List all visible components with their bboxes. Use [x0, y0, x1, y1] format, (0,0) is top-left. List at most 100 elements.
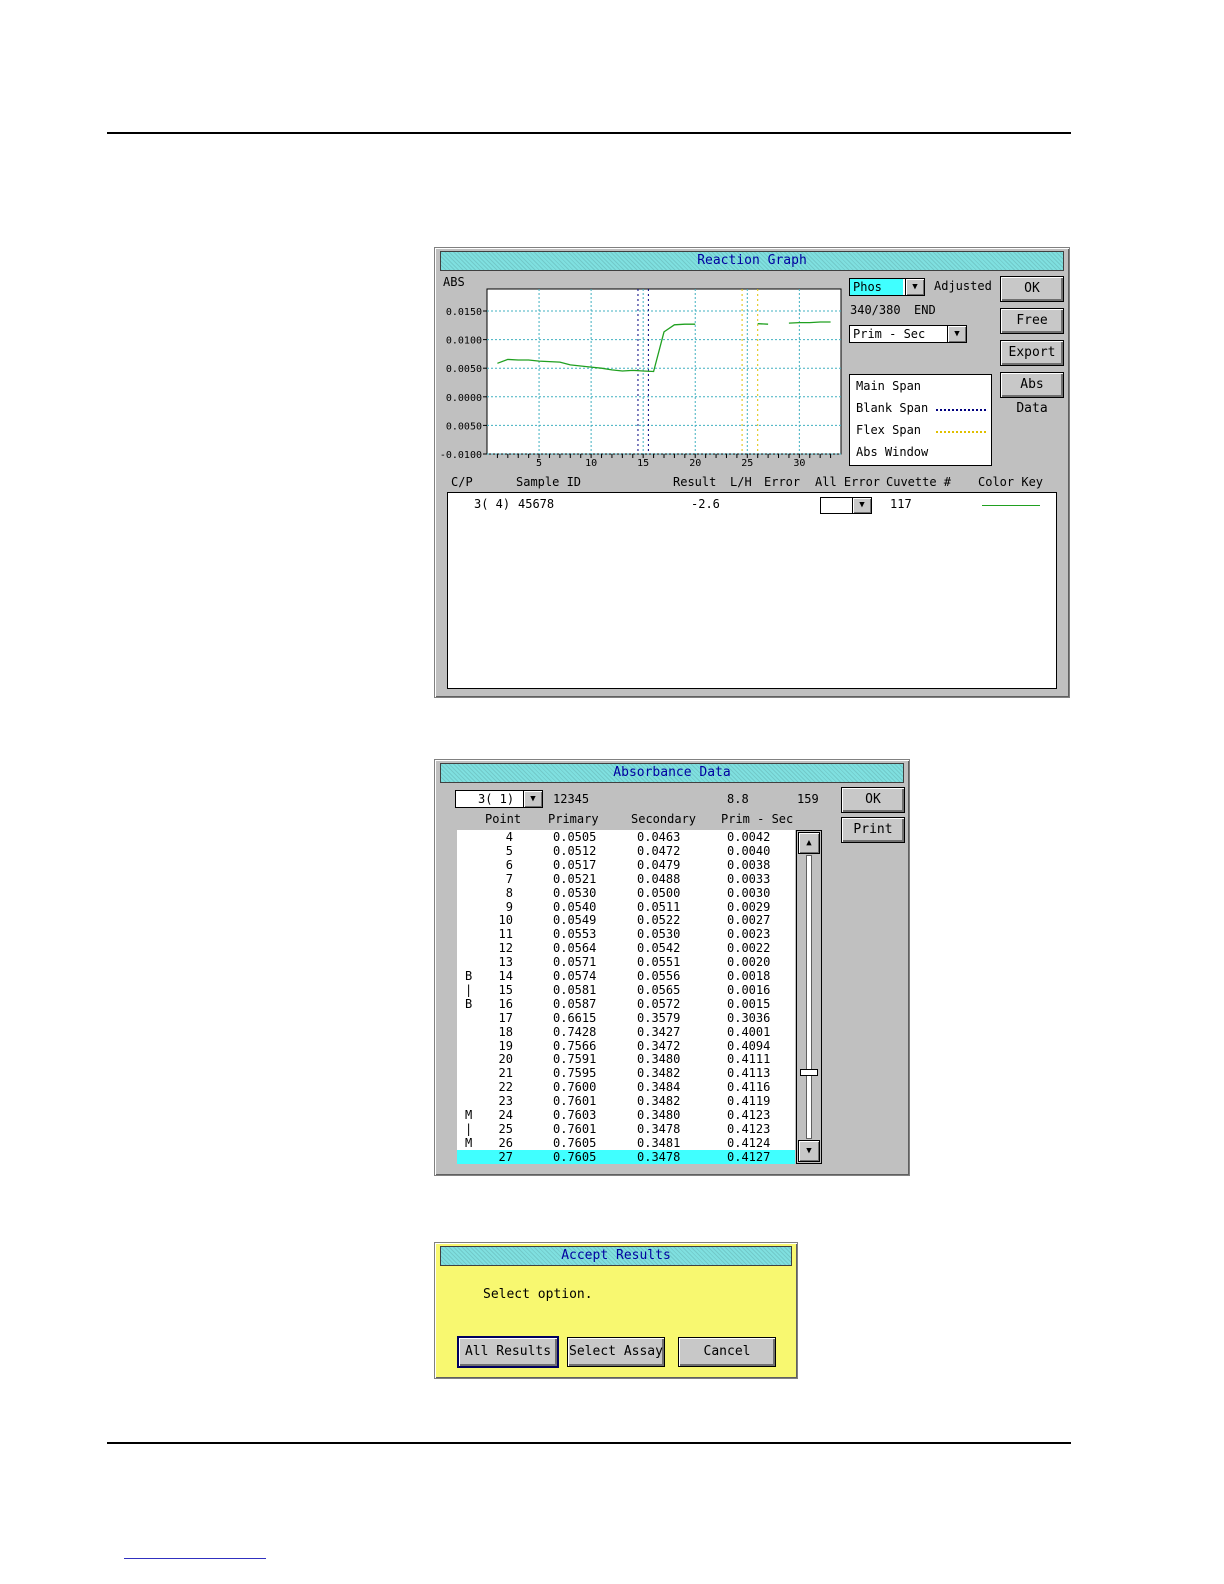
row-prim-sec: 0.0018 — [727, 969, 771, 983]
table-row[interactable]: 6 0.0517 0.0479 0.0038 — [457, 858, 795, 872]
end-label: END — [914, 303, 936, 317]
row-secondary: 0.3427 — [637, 1024, 681, 1039]
row-primary: 0.7605 — [553, 1135, 597, 1150]
row-primary: 0.0574 — [553, 969, 597, 983]
scroll-track[interactable] — [806, 855, 812, 1139]
absorbance-scrollbar[interactable]: ▲ ▼ — [796, 830, 822, 1164]
scroll-up-icon[interactable]: ▲ — [798, 832, 820, 854]
select-assay-button[interactable]: Select Assay — [567, 1337, 665, 1367]
table-row[interactable]: B 14 0.0574 0.0556 0.0018 — [457, 969, 795, 983]
row-prim-sec: 0.0030 — [727, 885, 771, 900]
row-prim-sec: 0.0029 — [727, 899, 771, 914]
row-color-key-swatch — [982, 505, 1040, 506]
col-cuvette: Cuvette # — [886, 475, 952, 489]
abs-print-button[interactable]: Print — [841, 817, 905, 843]
cp-select[interactable]: 3( 1) ▼ — [455, 790, 543, 808]
table-row[interactable]: 17 0.6615 0.3579 0.3036 — [457, 1011, 795, 1025]
absorbance-table[interactable]: 4 0.0505 0.0463 0.0042 5 0.0512 0.0472 0.0040 6 0… — [457, 830, 795, 1164]
row-point: 10 — [498, 913, 513, 928]
row-cp: 3( 4) — [474, 497, 511, 511]
table-row[interactable]: 7 0.0521 0.0488 0.0033 — [457, 872, 795, 886]
row-secondary: 0.0479 — [637, 857, 681, 872]
table-row[interactable]: | 15 0.0581 0.0565 0.0016 — [457, 983, 795, 997]
table-row[interactable]: 13 0.0571 0.0551 0.0020 — [457, 955, 795, 969]
chevron-down-icon[interactable]: ▼ — [905, 279, 924, 295]
row-point: 8 — [505, 885, 513, 900]
row-primary: 0.0553 — [553, 927, 597, 942]
row-primary: 0.0581 — [553, 982, 597, 997]
row-primary: 0.0517 — [553, 857, 597, 872]
abs-data-button[interactable]: Abs Data — [1000, 372, 1064, 416]
cancel-button[interactable]: Cancel — [678, 1337, 776, 1367]
row-point: 19 — [498, 1038, 513, 1053]
legend-abs-window: Abs Window — [856, 445, 929, 459]
row-point: 11 — [498, 927, 513, 942]
chevron-down-icon[interactable]: ▼ — [523, 791, 542, 807]
reaction-graph-window: Reaction Graph ABS 0.0150 0.0100 0.0050 0.0… — [434, 247, 1070, 698]
top-rule — [107, 132, 1071, 134]
row-secondary: 0.0572 — [637, 996, 681, 1011]
scroll-thumb[interactable] — [800, 1069, 818, 1077]
abs-ok-button[interactable]: OK — [841, 787, 905, 813]
row-secondary: 0.3579 — [637, 1010, 681, 1025]
scroll-down-icon[interactable]: ▼ — [798, 1140, 820, 1162]
table-row[interactable]: 22 0.7600 0.3484 0.4116 — [457, 1080, 795, 1094]
table-row[interactable]: 11 0.0553 0.0530 0.0023 — [457, 927, 795, 941]
row-point: 22 — [498, 1080, 513, 1095]
free-button[interactable]: Free — [1000, 308, 1064, 334]
footer-link-underline — [124, 1558, 266, 1559]
assay-select[interactable]: Phos ▼ — [849, 278, 925, 296]
row-secondary: 0.3478 — [637, 1121, 681, 1136]
table-row[interactable]: 21 0.7595 0.3482 0.4113 — [457, 1066, 795, 1080]
row-prim-sec: 0.4113 — [727, 1066, 771, 1081]
row-point: 15 — [498, 982, 513, 997]
all-results-button[interactable]: All Results — [457, 1336, 559, 1368]
chevron-down-icon[interactable]: ▼ — [852, 498, 871, 513]
col-lh: L/H — [730, 475, 752, 489]
row-primary: 0.7600 — [553, 1080, 597, 1095]
table-row[interactable]: 5 0.0512 0.0472 0.0040 — [457, 844, 795, 858]
abs-value: 8.8 — [727, 792, 749, 806]
result-row[interactable]: 3( 4) 45678 -2.6 ▼ 117 — [448, 497, 1056, 514]
col-result: Result — [673, 475, 717, 489]
row-flag: M — [465, 1108, 473, 1122]
row-secondary: 0.3478 — [637, 1149, 681, 1164]
table-row[interactable]: 9 0.0540 0.0511 0.0029 — [457, 900, 795, 914]
row-secondary: 0.3480 — [637, 1052, 681, 1067]
row-prim-sec: 0.3036 — [727, 1010, 771, 1025]
table-row[interactable]: 10 0.0549 0.0522 0.0027 — [457, 913, 795, 927]
col-cp: C/P — [451, 475, 473, 489]
table-row[interactable]: M 24 0.7603 0.3480 0.4123 — [457, 1108, 795, 1122]
row-primary: 0.6615 — [553, 1010, 597, 1025]
row-prim-sec: 0.0038 — [727, 857, 771, 872]
table-row[interactable]: 12 0.0564 0.0542 0.0022 — [457, 941, 795, 955]
col-color-key: Color Key — [978, 475, 1044, 489]
table-row[interactable]: 4 0.0505 0.0463 0.0042 — [457, 830, 795, 844]
table-row[interactable]: 20 0.7591 0.3480 0.4111 — [457, 1052, 795, 1066]
col-sample-id: Sample ID — [516, 475, 582, 489]
table-row[interactable]: M 26 0.7605 0.3481 0.4124 — [457, 1136, 795, 1150]
table-row[interactable]: B 16 0.0587 0.0572 0.0015 — [457, 997, 795, 1011]
table-row[interactable]: 27 0.7605 0.3478 0.4127 — [457, 1149, 795, 1164]
row-primary: 0.7601 — [553, 1121, 597, 1136]
table-row[interactable]: 18 0.7428 0.3427 0.4001 — [457, 1025, 795, 1039]
row-flag: | — [465, 1121, 473, 1136]
row-prim-sec: 0.0040 — [727, 843, 771, 858]
x-tick-label: 30 — [793, 458, 805, 469]
row-secondary: 0.3484 — [637, 1080, 681, 1095]
mode-select[interactable]: Prim - Sec ▼ — [849, 325, 967, 343]
table-row[interactable]: 19 0.7566 0.3472 0.4094 — [457, 1039, 795, 1053]
all-error-select[interactable]: ▼ — [820, 497, 872, 514]
row-prim-sec: 0.0027 — [727, 913, 771, 928]
row-point: 13 — [498, 955, 513, 970]
table-row[interactable]: 23 0.7601 0.3482 0.4119 — [457, 1094, 795, 1108]
table-row[interactable]: | 25 0.7601 0.3478 0.4123 — [457, 1122, 795, 1136]
row-point: 21 — [498, 1066, 513, 1081]
table-row[interactable]: 8 0.0530 0.0500 0.0030 — [457, 886, 795, 900]
legend-blank-swatch — [936, 409, 986, 411]
chevron-down-icon[interactable]: ▼ — [947, 326, 966, 342]
ok-button[interactable]: OK — [1000, 276, 1064, 302]
results-list[interactable]: 3( 4) 45678 -2.6 ▼ 117 — [447, 492, 1057, 689]
export-button[interactable]: Export — [1000, 340, 1064, 366]
row-secondary: 0.0511 — [637, 899, 681, 914]
